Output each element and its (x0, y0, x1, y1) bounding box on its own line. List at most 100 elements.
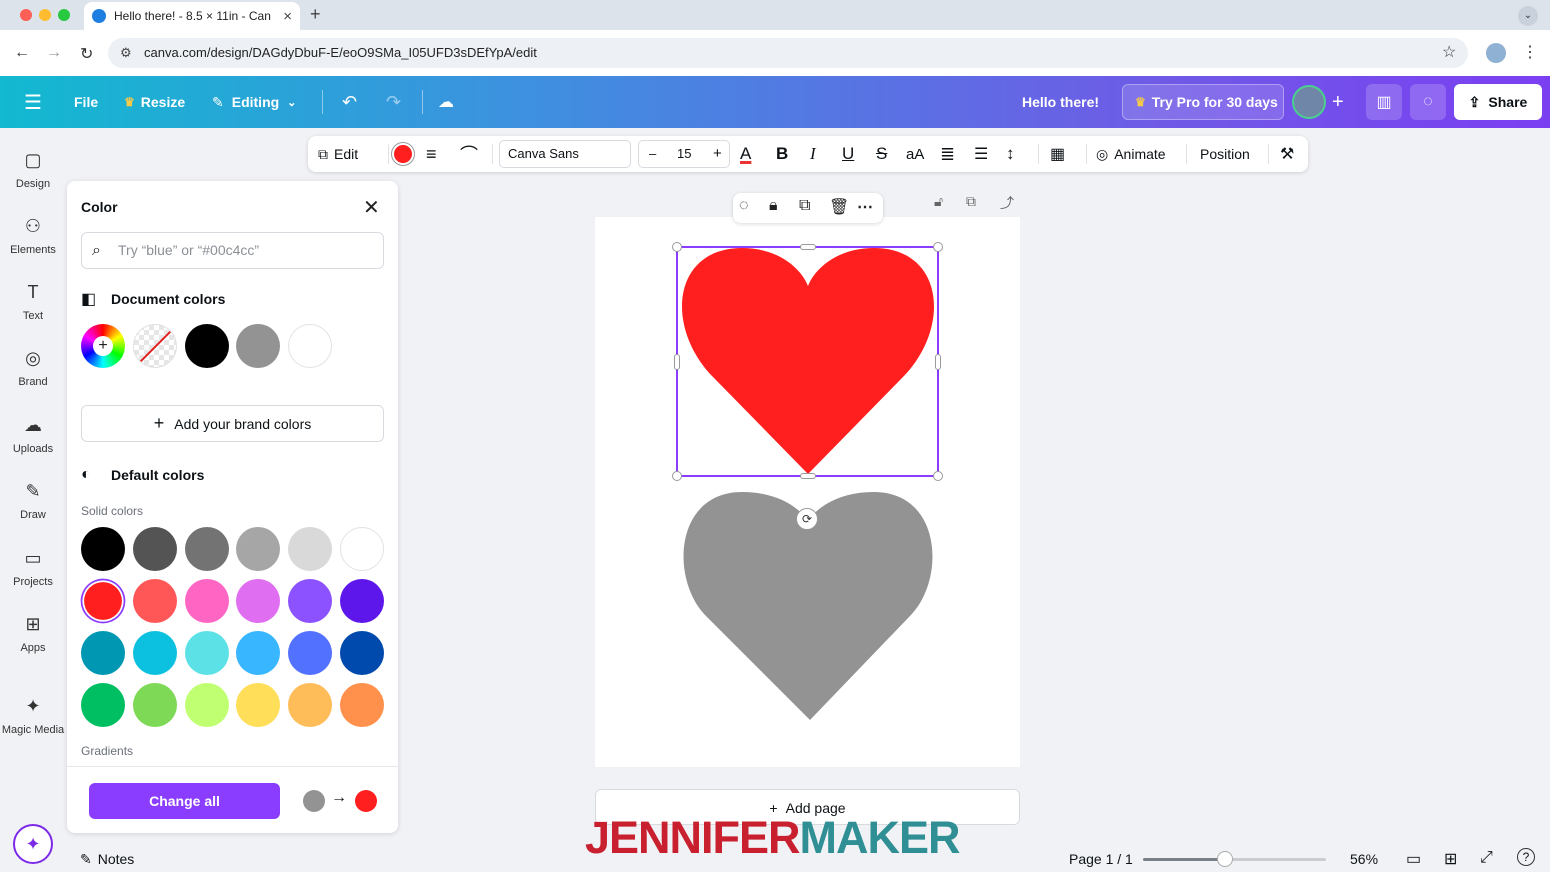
main-menu-icon[interactable]: ☰ (24, 76, 42, 128)
close-icon[interactable]: ✕ (363, 195, 380, 220)
border-style-icon[interactable]: ≡ (426, 136, 437, 172)
resize-handle[interactable] (672, 471, 682, 481)
color-swatch[interactable] (184, 579, 229, 623)
line-spacing-icon[interactable]: ↕ (1006, 136, 1015, 172)
rail-item-projects[interactable]: ▭ Projects (0, 548, 66, 588)
text-color-icon[interactable]: A (740, 136, 751, 172)
color-swatch[interactable] (340, 683, 384, 727)
add-color-rainbow-button[interactable]: + (81, 324, 125, 368)
resize-handle[interactable] (800, 244, 816, 250)
magic-assistant-sparkle-icon[interactable]: ✦ (13, 824, 53, 864)
rail-item-uploads[interactable]: ☁ Uploads (0, 415, 66, 455)
resize-handle[interactable] (674, 354, 680, 370)
rail-item-magic-media[interactable]: ✦ Magic Media (0, 696, 66, 736)
fullscreen-icon[interactable]: ⤢ (1480, 849, 1493, 867)
color-swatch[interactable] (340, 527, 384, 571)
corner-rounding-icon[interactable]: ⌒ (460, 136, 478, 172)
lock-icon[interactable]: 🔒︎ (769, 197, 778, 215)
rail-item-text[interactable]: T Text (0, 282, 66, 322)
color-swatch[interactable] (81, 527, 125, 571)
duplicate-icon[interactable]: ⧉ (799, 197, 810, 215)
rail-item-draw[interactable]: ✎ Draw (0, 481, 66, 521)
zoom-level[interactable]: 56% (1350, 851, 1378, 867)
color-swatch[interactable] (288, 527, 333, 571)
color-swatch[interactable] (236, 527, 281, 571)
align-center-icon[interactable]: ≣ (940, 136, 955, 172)
change-all-button[interactable]: Change all (89, 783, 280, 819)
color-swatch[interactable] (236, 579, 281, 623)
profile-avatar[interactable] (1486, 43, 1506, 63)
rail-item-brand[interactable]: ◎ Brand (0, 348, 66, 388)
site-settings-icon[interactable]: ⚙ (120, 38, 132, 68)
color-swatch[interactable] (84, 582, 122, 620)
page-indicator[interactable]: Page 1 / 1 (1069, 851, 1133, 867)
color-swatch[interactable] (236, 683, 281, 727)
redo-icon[interactable]: ↷ (386, 76, 401, 128)
color-swatch[interactable] (132, 579, 177, 623)
comment-icon[interactable]: ◌ (1410, 84, 1446, 120)
rotate-handle-icon[interactable]: ⟳ (796, 508, 818, 530)
add-brand-colors-button[interactable]: + Add your brand colors (81, 405, 384, 442)
color-swatch[interactable] (288, 683, 333, 727)
browser-menu-icon[interactable]: ⋮ (1522, 42, 1538, 62)
browser-tab[interactable]: Hello there! - 8.5 × 11in - Can × (84, 2, 300, 30)
transparency-icon[interactable]: ▦ (1050, 136, 1065, 172)
resize-handle[interactable] (935, 354, 941, 370)
strikethrough-icon[interactable]: S (876, 136, 887, 172)
rail-item-apps[interactable]: ⊞ Apps (0, 614, 66, 654)
design-title[interactable]: Hello there! (1022, 76, 1099, 128)
trash-icon[interactable]: 🗑︎ (829, 197, 849, 217)
italic-icon[interactable]: I (810, 136, 816, 172)
copy-style-paint-roller-icon[interactable]: ⚒ (1280, 136, 1294, 172)
color-swatch[interactable] (288, 631, 333, 675)
editing-mode-button[interactable]: ✎ Editing ⌄ (212, 76, 296, 128)
fill-color-button[interactable] (392, 143, 414, 165)
bookmark-star-icon[interactable]: ☆ (1442, 42, 1456, 62)
address-bar[interactable]: ⚙ canva.com/design/DAGdyDbuF-E/eoO9SMa_I… (108, 38, 1468, 68)
back-icon[interactable]: ← (14, 44, 30, 62)
color-swatch[interactable] (340, 631, 384, 675)
color-swatch[interactable] (132, 527, 177, 571)
document-color-swatch[interactable] (185, 324, 229, 368)
forward-icon[interactable]: → (46, 44, 62, 62)
color-swatch[interactable] (184, 683, 229, 727)
position-button[interactable]: Position (1200, 136, 1250, 172)
grid-view-icon[interactable]: ⊞ (1444, 849, 1457, 869)
color-swatch[interactable] (288, 579, 333, 623)
font-size-input[interactable]: 15 (677, 146, 691, 161)
tab-search-chevron-icon[interactable]: ⌄ (1518, 6, 1538, 26)
document-color-swatch[interactable] (236, 324, 280, 368)
insights-chart-icon[interactable]: ▥ (1366, 84, 1402, 120)
bullet-list-icon[interactable]: ☰ (974, 136, 988, 172)
document-color-swatch[interactable] (288, 324, 332, 368)
increase-font-size-button[interactable]: + (713, 145, 722, 162)
help-icon[interactable]: ? (1517, 848, 1535, 866)
file-menu[interactable]: File (74, 76, 98, 128)
color-swatch[interactable] (81, 631, 125, 675)
minimize-window-dot[interactable] (39, 9, 51, 21)
animate-button[interactable]: ◎ Animate (1096, 136, 1166, 172)
close-tab-icon[interactable]: × (283, 8, 292, 25)
color-swatch[interactable] (132, 683, 177, 727)
resize-handle[interactable] (933, 471, 943, 481)
more-options-icon[interactable]: ⋯ (857, 197, 873, 217)
edit-shape-button[interactable]: ⧉ Edit (318, 136, 358, 172)
bold-icon[interactable]: B (776, 136, 788, 172)
transparent-swatch[interactable] (133, 324, 177, 368)
color-swatch[interactable] (236, 631, 281, 675)
zoom-window-dot[interactable] (58, 9, 70, 21)
pages-view-icon[interactable]: ▭ (1406, 849, 1421, 869)
color-swatch[interactable] (340, 579, 384, 623)
cloud-saved-icon[interactable]: ☁ (438, 76, 454, 128)
font-family-select[interactable]: Canva Sans (499, 140, 631, 168)
user-avatar[interactable] (1292, 85, 1326, 119)
rail-item-design[interactable]: ▢ Design (0, 150, 66, 190)
color-swatch[interactable] (184, 631, 229, 675)
resize-button[interactable]: ♛ Resize (124, 76, 185, 128)
new-tab-icon[interactable]: + (310, 4, 321, 25)
resize-handle[interactable] (933, 242, 943, 252)
share-button[interactable]: ⇪ Share (1454, 84, 1542, 120)
color-swatch[interactable] (184, 527, 229, 571)
decrease-font-size-button[interactable]: – (649, 146, 656, 161)
duplicate-page-icon[interactable]: ⧉ (966, 193, 976, 210)
